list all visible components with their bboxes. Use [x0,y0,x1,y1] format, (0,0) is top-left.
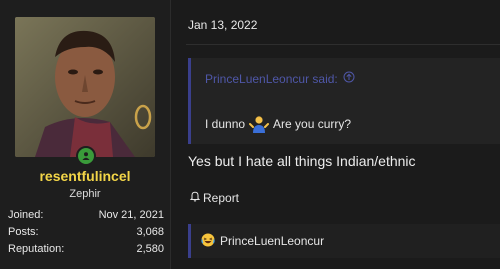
reaction-user-link[interactable]: PrinceLuenLeoncur [220,234,324,248]
stat-label: Reputation: [8,243,65,255]
arrow-up-circle-icon[interactable] [343,71,355,86]
quote-header[interactable]: PrinceLuenLeoncur said: [205,71,355,86]
stat-label: Posts: [8,226,39,238]
user-sidebar: resentfulincel Zephir Joined: Nov 21, 20… [0,0,171,269]
divider [186,44,500,45]
stat-posts: Posts: 3,068 [8,224,164,241]
avatar-image [15,17,155,157]
stat-label: Joined: [8,209,44,221]
post-date-link[interactable]: Jan 13, 2022 [188,18,257,32]
post-body: Yes but I hate all things Indian/ethnic [188,153,416,169]
report-label: Report [203,190,240,205]
stat-value: 3,068 [136,226,164,238]
laughing-emoji-icon [201,233,215,250]
stat-value: 2,580 [136,243,164,255]
report-button[interactable]: Report [189,190,239,205]
bell-icon [189,190,201,205]
stat-joined: Joined: Nov 21, 2021 [8,207,164,224]
post-content: Jan 13, 2022 PrinceLuenLeoncur said: I d… [171,0,500,269]
avatar[interactable] [15,17,155,157]
quote-text: I dunno Are you curry? [205,114,351,134]
username-link[interactable]: resentfulincel [0,168,170,184]
user-stats: Joined: Nov 21, 2021 Posts: 3,068 Reputa… [8,207,164,258]
user-title: Zephir [69,188,101,200]
quote-block: PrinceLuenLeoncur said: I dunno Are you … [188,58,500,144]
person-shrugging-emoji-icon [249,114,270,134]
quote-text-before: I dunno [205,117,246,131]
quote-author[interactable]: PrinceLuenLeoncur said: [205,72,338,86]
stat-reputation: Reputation: 2,580 [8,241,164,258]
reactions-bar[interactable]: PrinceLuenLeoncur [188,224,500,258]
stat-value: Nov 21, 2021 [98,209,164,221]
online-status-icon [76,146,96,166]
quote-text-after: Are you curry? [273,117,352,131]
